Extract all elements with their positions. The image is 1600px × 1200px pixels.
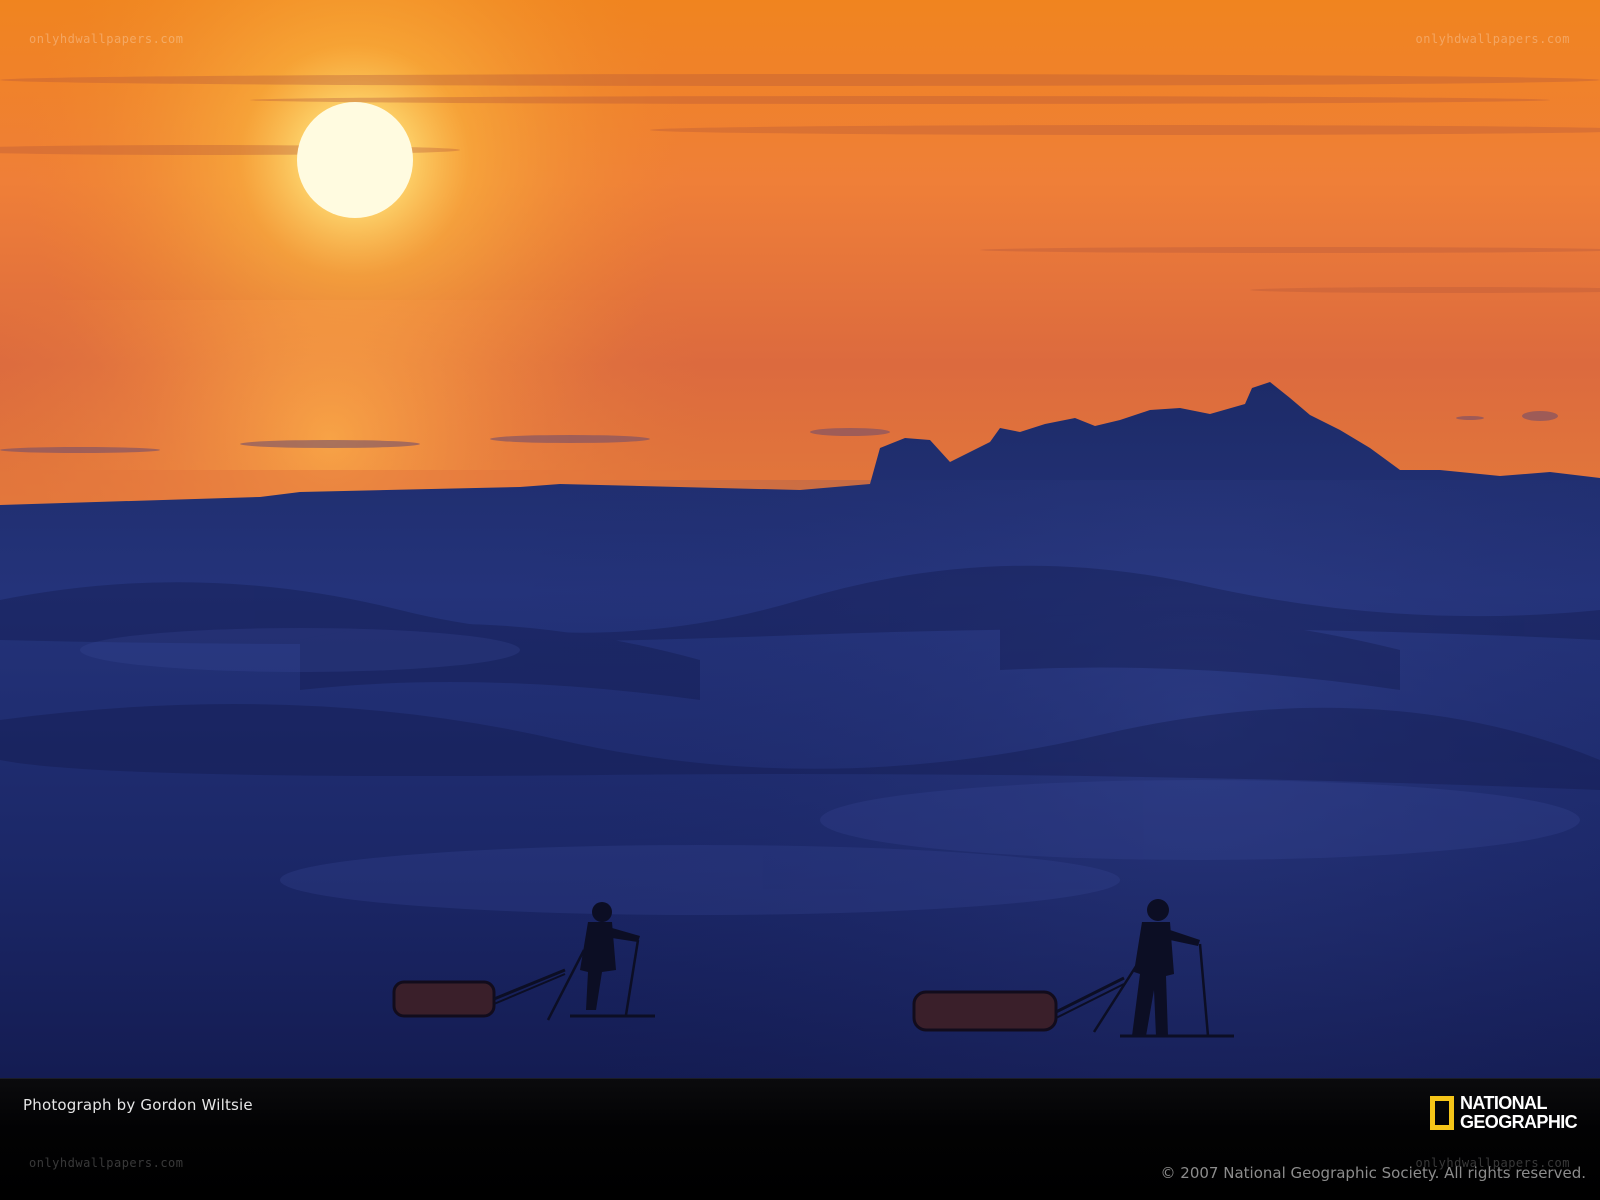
- photo-credit: Photograph by Gordon Wiltsie: [23, 1096, 253, 1114]
- watermark-bottom-left: onlyhdwallpapers.com: [29, 1156, 184, 1170]
- sun: [297, 102, 413, 218]
- watermark-bottom-right: onlyhdwallpapers.com: [1415, 1156, 1570, 1170]
- photo-scene: [0, 0, 1600, 1078]
- logo-wordmark: NATIONAL GEOGRAPHIC: [1460, 1093, 1578, 1132]
- yellow-frame-icon: [1430, 1096, 1454, 1130]
- watermark-top-left: onlyhdwallpapers.com: [29, 32, 184, 46]
- national-geographic-logo: NATIONAL GEOGRAPHIC: [1430, 1093, 1578, 1132]
- logo-line-2: GEOGRAPHIC: [1460, 1112, 1578, 1132]
- watermark-top-right: onlyhdwallpapers.com: [1415, 32, 1570, 46]
- logo-line-1: NATIONAL: [1460, 1093, 1547, 1113]
- wallpaper: onlyhdwallpapers.com onlyhdwallpapers.co…: [0, 0, 1600, 1200]
